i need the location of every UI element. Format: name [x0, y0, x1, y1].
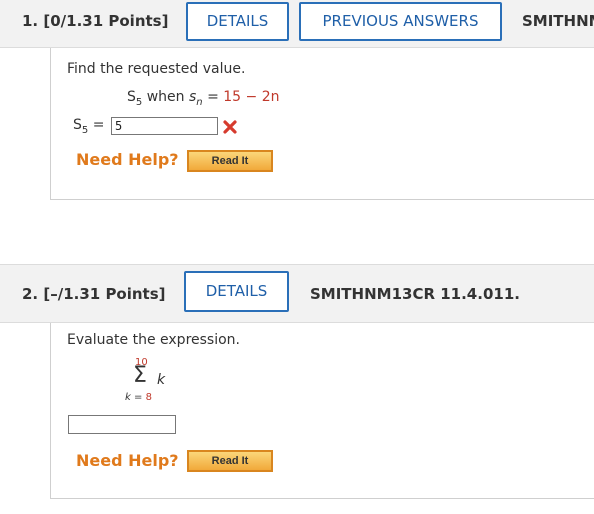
q1-reference: SMITHNM [522, 12, 594, 30]
x-icon [223, 120, 237, 134]
question-1-header: 1. [0/1.31 Points] DETAILS PREVIOUS ANSW… [0, 0, 594, 48]
q1-details-button[interactable]: DETAILS [186, 2, 289, 41]
sum-lower-limit: k = 8 [125, 392, 152, 403]
q2-answer-input[interactable] [68, 415, 176, 434]
question-2-points: 2. [–/1.31 Points] [22, 285, 166, 303]
q2-details-button[interactable]: DETAILS [184, 271, 289, 312]
q1-given-expression: S5 when sn = 15 − 2n [127, 89, 280, 108]
q2-need-help: Need Help? [76, 451, 179, 470]
question-2-body: Evaluate the expression. 10 Σ k k = 8 Ne… [50, 323, 594, 499]
q2-reference: SMITHNM13CR 11.4.011. [310, 285, 520, 303]
q1-need-help: Need Help? [76, 150, 179, 169]
sum-term: k [157, 372, 166, 388]
q2-summation: 10 Σ k k = 8 [113, 357, 173, 407]
question-1-points: 1. [0/1.31 Points] [22, 12, 169, 30]
q1-answer-input[interactable]: 5 [111, 117, 218, 135]
q1-previous-answers-button[interactable]: PREVIOUS ANSWERS [299, 2, 502, 41]
q2-prompt: Evaluate the expression. [67, 332, 240, 348]
q1-answer-label: S5 = [73, 117, 105, 136]
question-1-body: Find the requested value. S5 when sn = 1… [50, 48, 594, 200]
question-2-header: 2. [–/1.31 Points] DETAILS SMITHNM13CR 1… [0, 264, 594, 323]
q2-read-it-button[interactable]: Read It [187, 450, 273, 472]
q1-prompt: Find the requested value. [67, 61, 246, 77]
q1-read-it-button[interactable]: Read It [187, 150, 273, 172]
sigma-icon: Σ [133, 363, 147, 388]
